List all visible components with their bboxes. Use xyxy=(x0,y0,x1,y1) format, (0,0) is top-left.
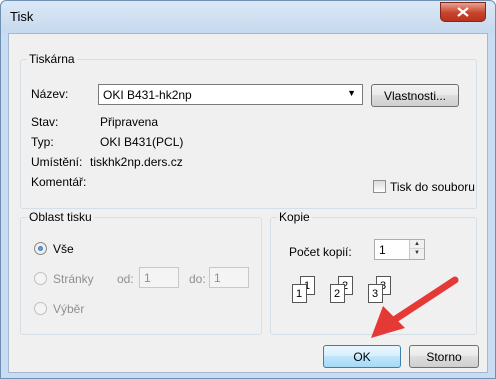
ok-button-label: OK xyxy=(353,349,371,364)
spin-down-icon[interactable]: ▼ xyxy=(410,249,424,258)
copies-count-value: 1 xyxy=(379,243,386,257)
status-value: Připravena xyxy=(100,115,159,129)
print-to-file-label[interactable]: Tisk do souboru xyxy=(390,180,475,194)
dropdown-arrow-icon: ▼ xyxy=(347,88,356,98)
status-label: Stav: xyxy=(31,115,59,129)
range-selection-label[interactable]: Výběr xyxy=(53,302,84,316)
annotation-arrow-icon xyxy=(371,276,459,338)
printer-name-value: OKI B431-hk2np xyxy=(103,88,192,102)
range-pages-radio[interactable] xyxy=(34,272,47,285)
range-from-value: 1 xyxy=(144,271,151,285)
title-bar: Tisk xyxy=(1,1,495,33)
location-label: Umístění: xyxy=(31,155,83,169)
properties-button-label: Vlastnosti... xyxy=(383,88,447,103)
location-value: tiskhk2np.ders.cz xyxy=(90,155,183,169)
close-icon xyxy=(457,7,469,17)
window-title: Tisk xyxy=(10,9,34,24)
printer-name-select[interactable]: OKI B431-hk2np ▼ xyxy=(98,84,363,105)
range-to-label: do: xyxy=(189,272,206,286)
print-to-file-checkbox[interactable] xyxy=(373,180,386,193)
range-all-label[interactable]: Vše xyxy=(53,242,74,256)
copies-count-input[interactable]: 1 ▲ ▼ xyxy=(374,239,425,260)
collate-page-front: 1 xyxy=(292,284,307,303)
ok-button[interactable]: OK xyxy=(323,345,401,368)
copies-legend: Kopie xyxy=(277,210,312,224)
print-range-legend: Oblast tisku xyxy=(27,210,94,224)
print-dialog: Tisk Tiskárna Název: OKI B431-hk2np ▼ Vl… xyxy=(0,0,496,379)
spin-up-icon[interactable]: ▲ xyxy=(410,240,424,249)
range-to-input[interactable]: 1 xyxy=(209,267,249,288)
range-from-label: od: xyxy=(117,272,134,286)
printer-name-label: Název: xyxy=(31,87,69,101)
cancel-button[interactable]: Storno xyxy=(409,345,479,368)
collate-page-front: 2 xyxy=(330,284,345,303)
range-to-value: 1 xyxy=(214,271,221,285)
printer-group-legend: Tiskárna xyxy=(27,52,77,66)
type-value: OKI B431(PCL) xyxy=(100,135,184,149)
range-pages-label[interactable]: Stránky xyxy=(53,272,94,286)
range-selection-radio[interactable] xyxy=(34,302,47,315)
copies-count-label: Počet kopií: xyxy=(289,245,352,259)
range-from-input[interactable]: 1 xyxy=(139,267,179,288)
type-label: Typ: xyxy=(31,135,54,149)
properties-button[interactable]: Vlastnosti... xyxy=(371,84,459,107)
comment-label: Komentář: xyxy=(31,175,87,189)
copies-spinner[interactable]: ▲ ▼ xyxy=(409,240,424,259)
range-all-radio[interactable] xyxy=(34,242,47,255)
cancel-button-label: Storno xyxy=(426,349,462,364)
close-button[interactable] xyxy=(440,2,486,22)
